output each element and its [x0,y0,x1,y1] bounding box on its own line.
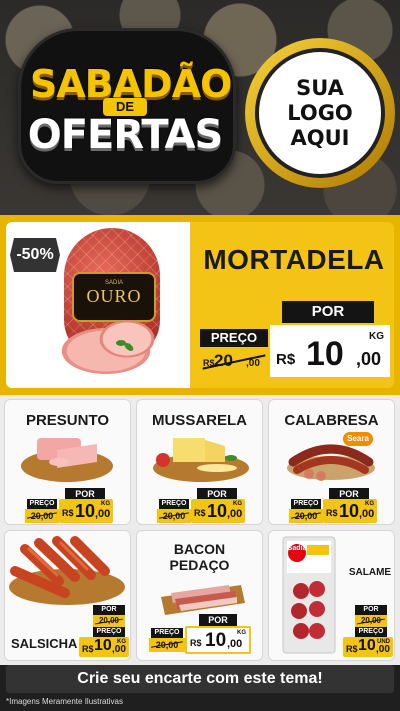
featured-product-name: MORTADELA [203,244,385,275]
new-price-value: 10 [205,630,227,651]
product-card-salame[interactable]: Sadia SALAME POR 20,00 PREÇO R$ 10 ,00 U… [268,530,395,661]
new-price-cents: ,00 [227,508,243,520]
preco-label: PREÇO [27,499,57,509]
new-price-currency: R$ [326,508,338,518]
old-price: 20,00 [93,615,125,627]
product-card-salsicha[interactable]: SALSICHA POR 20,00 PREÇO R$ 10 ,00 KG [4,530,131,661]
new-price: R$ 10 ,00 KG [323,499,377,523]
new-price-value: 10 [358,637,376,654]
unit-label: UND [377,639,390,645]
product-card-mussarela[interactable]: MUSSARELA POR PREÇO 20,00 R$ 10 ,00 KG [136,399,263,525]
new-price-currency: R$ [82,644,94,654]
disclaimer-text: *Imagens Meramente Ilustrativas [6,697,123,706]
new-price-cents: ,00 [95,508,111,520]
new-price: R$ 10 ,00 KG [59,499,113,523]
new-price-value: 10 [306,335,344,373]
preco-label: PREÇO [291,499,321,509]
new-price-currency: R$ [190,638,202,648]
old-price: R$ 20 ,00 [200,349,268,375]
product-card-calabresa[interactable]: CALABRESA Seara POR PREÇO 20,00 R$ 10 ,0… [268,399,395,525]
unit-label: KG [369,331,384,342]
old-price: 20,00 [149,638,185,652]
preco-label: PREÇO [151,628,183,638]
new-price: R$ 10 ,00 KG [79,637,129,657]
new-price: R$ 10 ,00 KG [185,626,251,654]
new-price: KG R$ 10 ,00 [268,323,392,379]
new-price-value: 10 [339,501,360,521]
old-price: 20,00 [289,509,323,523]
new-price-currency: R$ [62,508,74,518]
logo-text-2: LOGO [287,100,353,125]
new-price-value: 10 [75,501,96,521]
new-price-cents: ,00 [112,644,126,655]
new-price: R$ 10 ,00 UND [343,637,393,657]
unit-label: KG [117,639,126,645]
por-label: POR [93,605,125,615]
sadia-logo: Sadia [287,545,307,552]
new-price-currency: R$ [276,351,296,368]
product-card-bacon[interactable]: BACON PEDAÇO POR PREÇO 20,00 R$ 10 ,00 K… [136,530,263,661]
product-card-presunto[interactable]: PRESUNTO POR PREÇO 20,00 R$ 10 ,00 KG [4,399,131,525]
new-price-currency: R$ [194,508,206,518]
logo-placeholder[interactable]: SUA LOGO AQUI [255,48,385,178]
preco-label: PREÇO [200,329,268,347]
logo-text-1: SUA [296,75,344,100]
new-price-cents: ,00 [376,644,390,655]
discount-badge: -50% [10,238,60,272]
brand-label: SADIA OURO [72,272,156,322]
unit-label: KG [101,501,110,507]
title-line2: OFERTAS [27,112,224,158]
slices-image-2 [96,318,158,360]
product-name: SALAME [348,567,392,578]
brand-text: OURO [86,286,142,306]
cta-banner[interactable]: Crie seu encarte com este tema! [6,665,394,693]
por-label: POR [199,614,237,626]
old-price: 20,00 [157,509,191,523]
new-price-cents: ,00 [356,349,382,369]
unit-label: KG [365,501,374,507]
unit-label: KG [233,501,242,507]
new-price-cents: ,00 [359,508,375,520]
seara-logo: Seara [343,432,373,446]
por-label: POR [282,301,374,323]
old-price: 20,00 [355,615,387,627]
new-price-value: 10 [94,637,112,654]
preco-label: PREÇO [355,627,387,637]
por-label: POR [355,605,387,615]
new-price-value: 10 [207,501,228,521]
new-price: R$ 10 ,00 KG [191,499,245,523]
preco-label: PREÇO [159,499,189,509]
product-name: SALSICHA [11,636,78,651]
unit-label: KG [237,630,246,636]
old-price: 20,00 [25,509,59,523]
preco-label: PREÇO [93,627,125,637]
new-price-cents: ,00 [227,638,243,650]
logo-text-3: AQUI [290,125,350,150]
new-price-currency: R$ [346,644,358,654]
